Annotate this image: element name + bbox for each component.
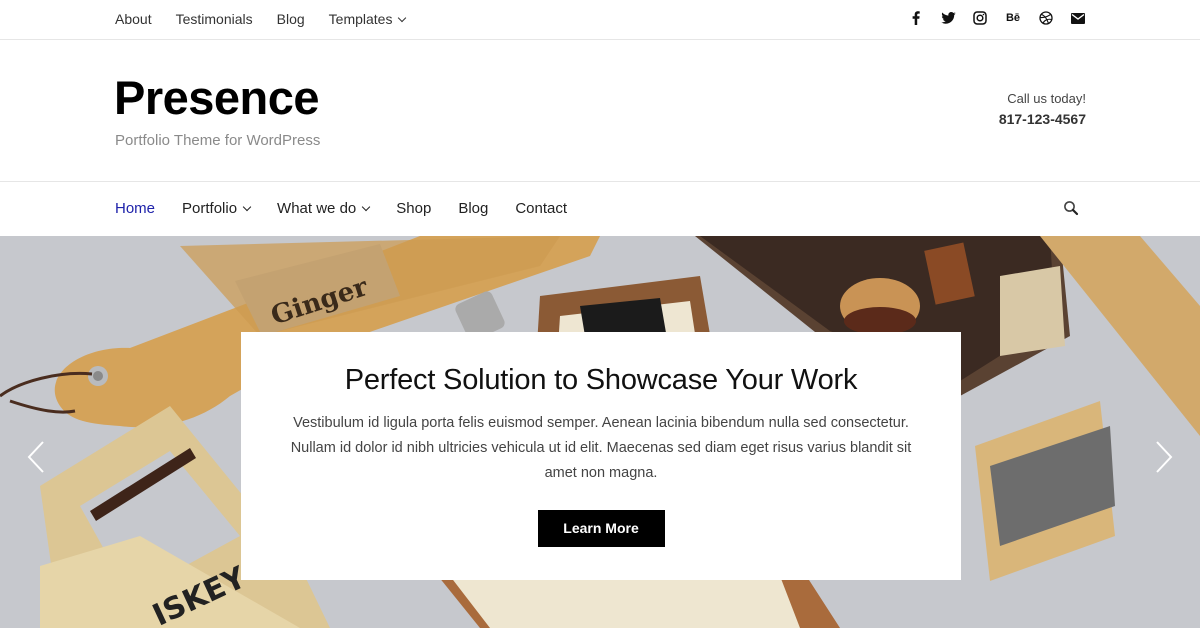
nav-blog[interactable]: Blog bbox=[458, 200, 488, 217]
behance-icon[interactable]: Bē bbox=[1004, 10, 1022, 26]
dribbble-icon[interactable] bbox=[1038, 10, 1054, 26]
site-header: Presence Portfolio Theme for WordPress C… bbox=[0, 40, 1200, 182]
top-nav-about[interactable]: About bbox=[115, 11, 152, 27]
top-nav: About Testimonials Blog Templates bbox=[115, 0, 407, 38]
top-bar: About Testimonials Blog Templates Bē bbox=[0, 0, 1200, 40]
top-nav-testimonials[interactable]: Testimonials bbox=[176, 11, 253, 27]
hero-body: Vestibulum id ligula porta felis euismod… bbox=[290, 415, 912, 481]
social-links: Bē bbox=[908, 0, 1086, 36]
nav-what-we-do-label: What we do bbox=[277, 199, 357, 217]
top-nav-blog[interactable]: Blog bbox=[277, 11, 305, 27]
learn-more-button[interactable]: Learn More bbox=[537, 510, 665, 547]
instagram-icon[interactable] bbox=[972, 10, 988, 26]
top-nav-templates-label: Templates bbox=[328, 11, 393, 27]
nav-portfolio-label: Portfolio bbox=[182, 199, 238, 217]
nav-home[interactable]: Home bbox=[115, 200, 155, 217]
nav-portfolio[interactable]: Portfolio bbox=[182, 199, 252, 217]
email-icon[interactable] bbox=[1070, 10, 1086, 26]
hero-card: Perfect Solution to Showcase Your Work V… bbox=[241, 332, 961, 580]
chevron-right-icon[interactable] bbox=[1154, 440, 1174, 474]
site-title[interactable]: Presence bbox=[114, 70, 320, 125]
phone-number[interactable]: 817-123-4567 bbox=[999, 111, 1086, 127]
chevron-down-icon bbox=[362, 202, 371, 211]
nav-shop[interactable]: Shop bbox=[396, 200, 431, 217]
contact-info: Call us today! 817-123-4567 bbox=[999, 91, 1086, 127]
top-nav-templates[interactable]: Templates bbox=[328, 11, 407, 27]
chevron-left-icon[interactable] bbox=[26, 440, 46, 474]
call-label: Call us today! bbox=[1007, 91, 1086, 106]
main-nav: Home Portfolio What we do Shop Blog Cont… bbox=[0, 182, 1200, 236]
search-icon[interactable] bbox=[1063, 200, 1079, 216]
nav-contact[interactable]: Contact bbox=[515, 200, 567, 217]
facebook-icon[interactable] bbox=[908, 10, 924, 26]
nav-what-we-do[interactable]: What we do bbox=[277, 199, 371, 217]
chevron-down-icon bbox=[242, 202, 252, 211]
hero-heading: Perfect Solution to Showcase Your Work bbox=[344, 364, 858, 396]
chevron-down-icon bbox=[398, 13, 407, 23]
twitter-icon[interactable] bbox=[940, 10, 956, 26]
site-tagline: Portfolio Theme for WordPress bbox=[115, 132, 321, 149]
